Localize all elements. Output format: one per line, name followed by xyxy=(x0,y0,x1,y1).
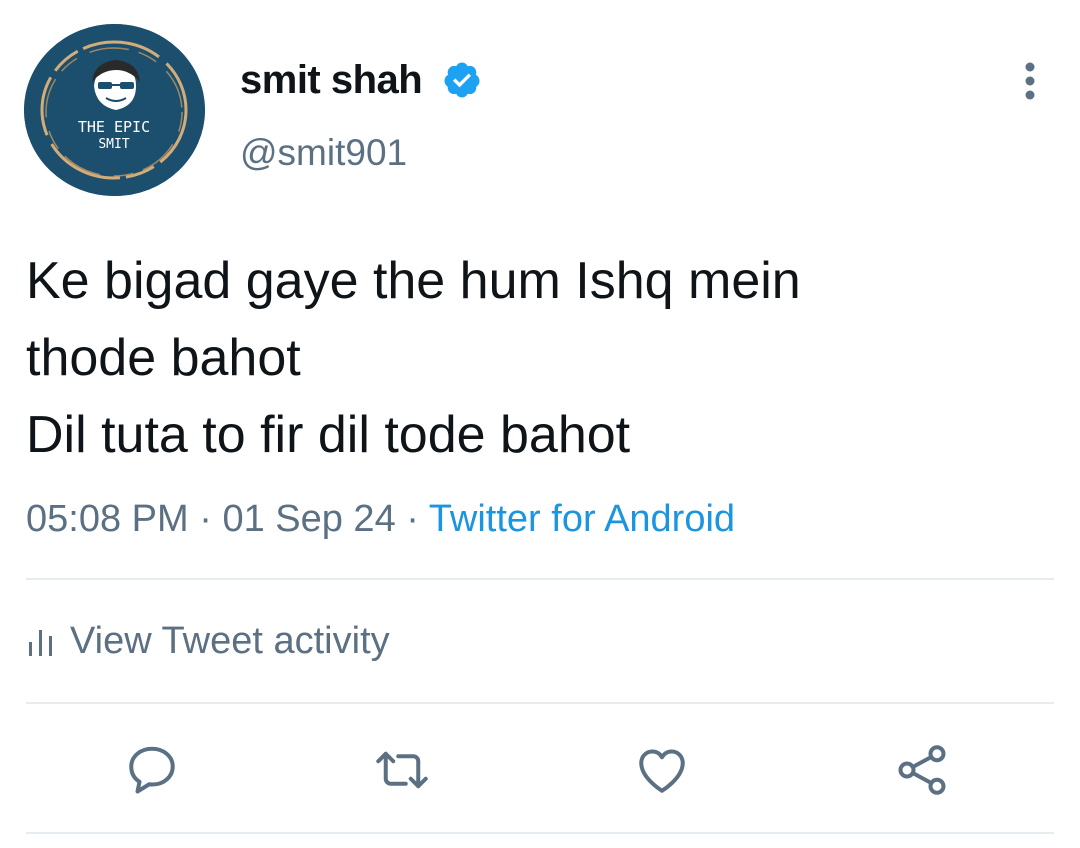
tweet-line: Dil tuta to fir dil tode bahot xyxy=(26,406,631,464)
tweet-line: thode bahot xyxy=(26,329,301,387)
tweet-text: Ke bigad gaye the hum Ishq mein thode ba… xyxy=(26,243,1056,474)
heart-icon[interactable] xyxy=(632,740,692,800)
avatar-logo: THE EPIC SMIT xyxy=(24,24,205,196)
divider xyxy=(26,578,1054,580)
avatar-text-line1: THE EPIC xyxy=(78,118,150,136)
avatar-text-line2: SMIT xyxy=(98,137,129,152)
tweet-time: 05:08 PM xyxy=(26,498,189,540)
view-tweet-activity[interactable]: View Tweet activity xyxy=(26,620,390,663)
verified-badge-icon xyxy=(444,62,480,98)
reply-icon[interactable] xyxy=(122,740,182,800)
tweet-line: Ke bigad gaye the hum Ishq mein xyxy=(26,252,801,310)
meta-separator: · xyxy=(199,498,212,540)
tweet-source-link[interactable]: Twitter for Android xyxy=(429,498,735,540)
share-icon[interactable] xyxy=(892,740,952,800)
retweet-icon[interactable] xyxy=(372,740,432,800)
tweet-date: 01 Sep 24 xyxy=(222,498,396,540)
divider xyxy=(26,702,1054,704)
more-vertical-icon[interactable] xyxy=(1010,60,1050,104)
tweet-meta: 05:08 PM · 01 Sep 24 · Twitter for Andro… xyxy=(26,498,735,541)
avatar[interactable]: THE EPIC SMIT xyxy=(24,24,205,196)
view-tweet-activity-label: View Tweet activity xyxy=(70,620,390,662)
meta-separator: · xyxy=(406,498,419,540)
user-handle[interactable]: @smit901 xyxy=(240,132,407,174)
divider xyxy=(26,832,1054,834)
tweet-detail: THE EPIC SMIT smit shah @smit901 Ke biga… xyxy=(0,0,1080,848)
bar-chart-icon xyxy=(29,629,52,656)
display-name[interactable]: smit shah xyxy=(240,58,423,103)
